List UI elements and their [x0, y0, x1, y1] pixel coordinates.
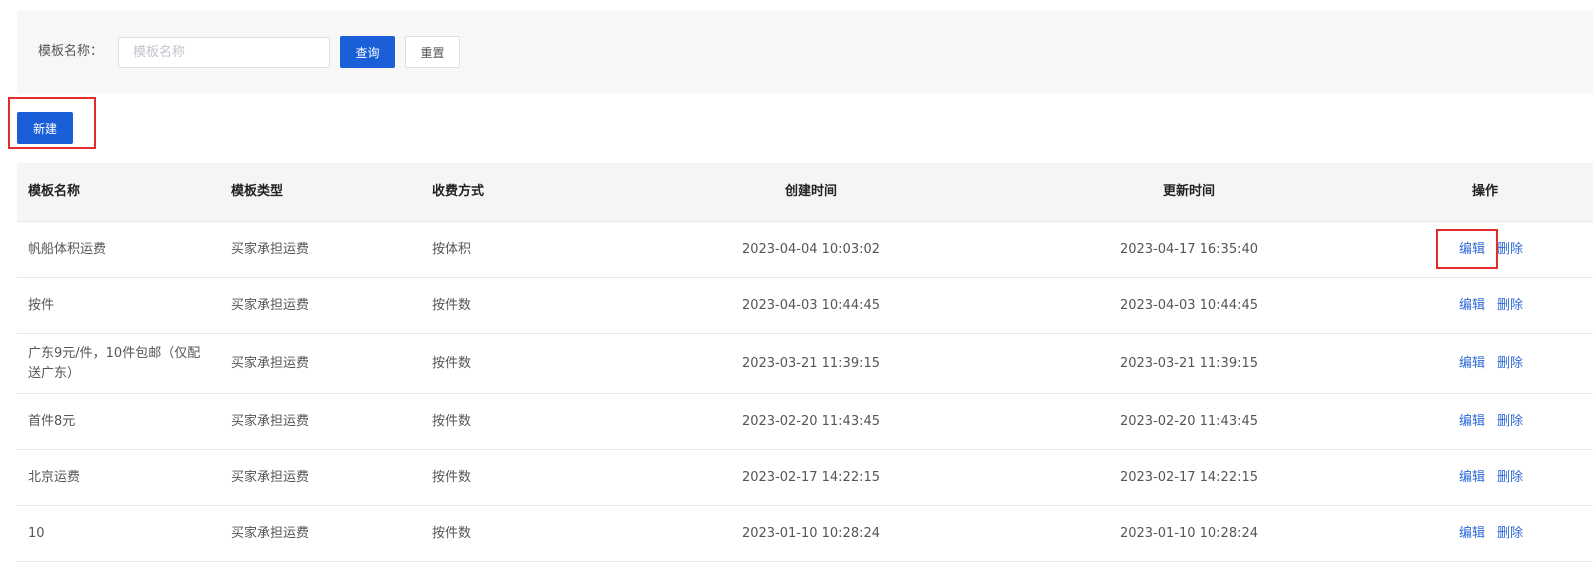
cell-actions: 编辑 删除 — [1377, 468, 1593, 488]
cell-updated-time: 2023-04-03 10:44:45 — [1119, 297, 1259, 313]
column-header-actions: 操作 — [1471, 184, 1498, 199]
column-header-fee: 收费方式 — [432, 184, 485, 199]
table-row: 按件 买家承担运费 按件数 2023-04-03 10:44:45 2023-0… — [17, 278, 1593, 334]
cell-template-name: 帆船体积运费 — [28, 241, 107, 257]
table-header: 模板名称 模板类型 收费方式 创建时间 更新时间 操作 — [17, 163, 1593, 222]
cell-updated-time: 2023-04-17 16:35:40 — [1119, 241, 1259, 257]
table-row: 帆船体积运费 买家承担运费 按体积 2023-04-04 10:03:02 20… — [17, 222, 1593, 278]
table-row: 首件8元 买家承担运费 按件数 2023-02-20 11:43:45 2023… — [17, 394, 1593, 450]
table-row: 广东9元/件，10件包邮（仅配送广东） 买家承担运费 按件数 2023-03-2… — [17, 334, 1593, 394]
cell-fee-method: 按件数 — [432, 297, 472, 313]
reset-button[interactable]: 重置 — [405, 36, 460, 68]
cell-created-time: 2023-02-17 14:22:15 — [741, 469, 881, 485]
cell-template-name: 按件 — [28, 297, 55, 313]
delete-link[interactable]: 删除 — [1497, 412, 1523, 432]
cell-created-time: 2023-01-10 10:28:24 — [741, 525, 881, 541]
cell-template-name: 北京运费 — [28, 469, 81, 485]
delete-link[interactable]: 删除 — [1497, 354, 1523, 374]
cell-template-name: 10 — [28, 525, 45, 541]
cell-fee-method: 按件数 — [432, 469, 472, 485]
cell-actions: 编辑 删除 — [1377, 296, 1593, 316]
cell-template-type: 买家承担运费 — [231, 469, 310, 485]
column-header-updated: 更新时间 — [1162, 184, 1215, 199]
cell-created-time: 2023-04-04 10:03:02 — [741, 241, 881, 257]
table-row: 10 买家承担运费 按件数 2023-01-10 10:28:24 2023-0… — [17, 506, 1593, 562]
edit-link[interactable]: 编辑 — [1459, 468, 1485, 488]
template-name-input[interactable] — [118, 37, 330, 68]
delete-link[interactable]: 删除 — [1497, 524, 1523, 544]
cell-fee-method: 按体积 — [432, 241, 472, 257]
cell-template-type: 买家承担运费 — [231, 297, 310, 313]
cell-created-time: 2023-02-20 11:43:45 — [741, 413, 881, 429]
cell-fee-method: 按件数 — [432, 525, 472, 541]
cell-created-time: 2023-04-03 10:44:45 — [741, 297, 881, 313]
cell-updated-time: 2023-03-21 11:39:15 — [1119, 355, 1259, 371]
edit-link[interactable]: 编辑 — [1459, 296, 1485, 316]
cell-updated-time: 2023-02-20 11:43:45 — [1119, 413, 1259, 429]
column-header-type: 模板类型 — [231, 184, 284, 199]
search-panel: 模板名称： 查询 重置 — [17, 11, 1593, 93]
cell-actions: 编辑 删除 — [1377, 354, 1593, 374]
cell-template-type: 买家承担运费 — [231, 241, 310, 257]
edit-link[interactable]: 编辑 — [1459, 412, 1485, 432]
cell-created-time: 2023-03-21 11:39:15 — [741, 355, 881, 371]
cell-actions: 编辑 删除 — [1377, 524, 1593, 544]
template-table: 模板名称 模板类型 收费方式 创建时间 更新时间 操作 帆船体积运费 买家承担运… — [17, 163, 1593, 562]
table-row: 北京运费 买家承担运费 按件数 2023-02-17 14:22:15 2023… — [17, 450, 1593, 506]
new-template-button[interactable]: 新建 — [17, 112, 73, 144]
cell-template-type: 买家承担运费 — [231, 355, 310, 371]
edit-link[interactable]: 编辑 — [1459, 524, 1485, 544]
cell-updated-time: 2023-01-10 10:28:24 — [1119, 525, 1259, 541]
cell-fee-method: 按件数 — [432, 413, 472, 429]
cell-template-type: 买家承担运费 — [231, 413, 310, 429]
delete-link[interactable]: 删除 — [1497, 468, 1523, 488]
column-header-name: 模板名称 — [28, 184, 81, 199]
search-label: 模板名称： — [38, 44, 104, 59]
edit-link[interactable]: 编辑 — [1459, 354, 1485, 374]
edit-link[interactable]: 编辑 — [1459, 240, 1485, 260]
query-button[interactable]: 查询 — [340, 36, 395, 68]
cell-fee-method: 按件数 — [432, 355, 472, 371]
delete-link[interactable]: 删除 — [1497, 240, 1523, 260]
cell-actions: 编辑 删除 — [1377, 240, 1593, 260]
column-header-created: 创建时间 — [784, 184, 837, 199]
cell-template-name: 首件8元 — [28, 413, 76, 429]
delete-link[interactable]: 删除 — [1497, 296, 1523, 316]
cell-template-name: 广东9元/件，10件包邮（仅配送广东） — [28, 345, 201, 381]
cell-template-type: 买家承担运费 — [231, 525, 310, 541]
cell-updated-time: 2023-02-17 14:22:15 — [1119, 469, 1259, 485]
cell-actions: 编辑 删除 — [1377, 412, 1593, 432]
